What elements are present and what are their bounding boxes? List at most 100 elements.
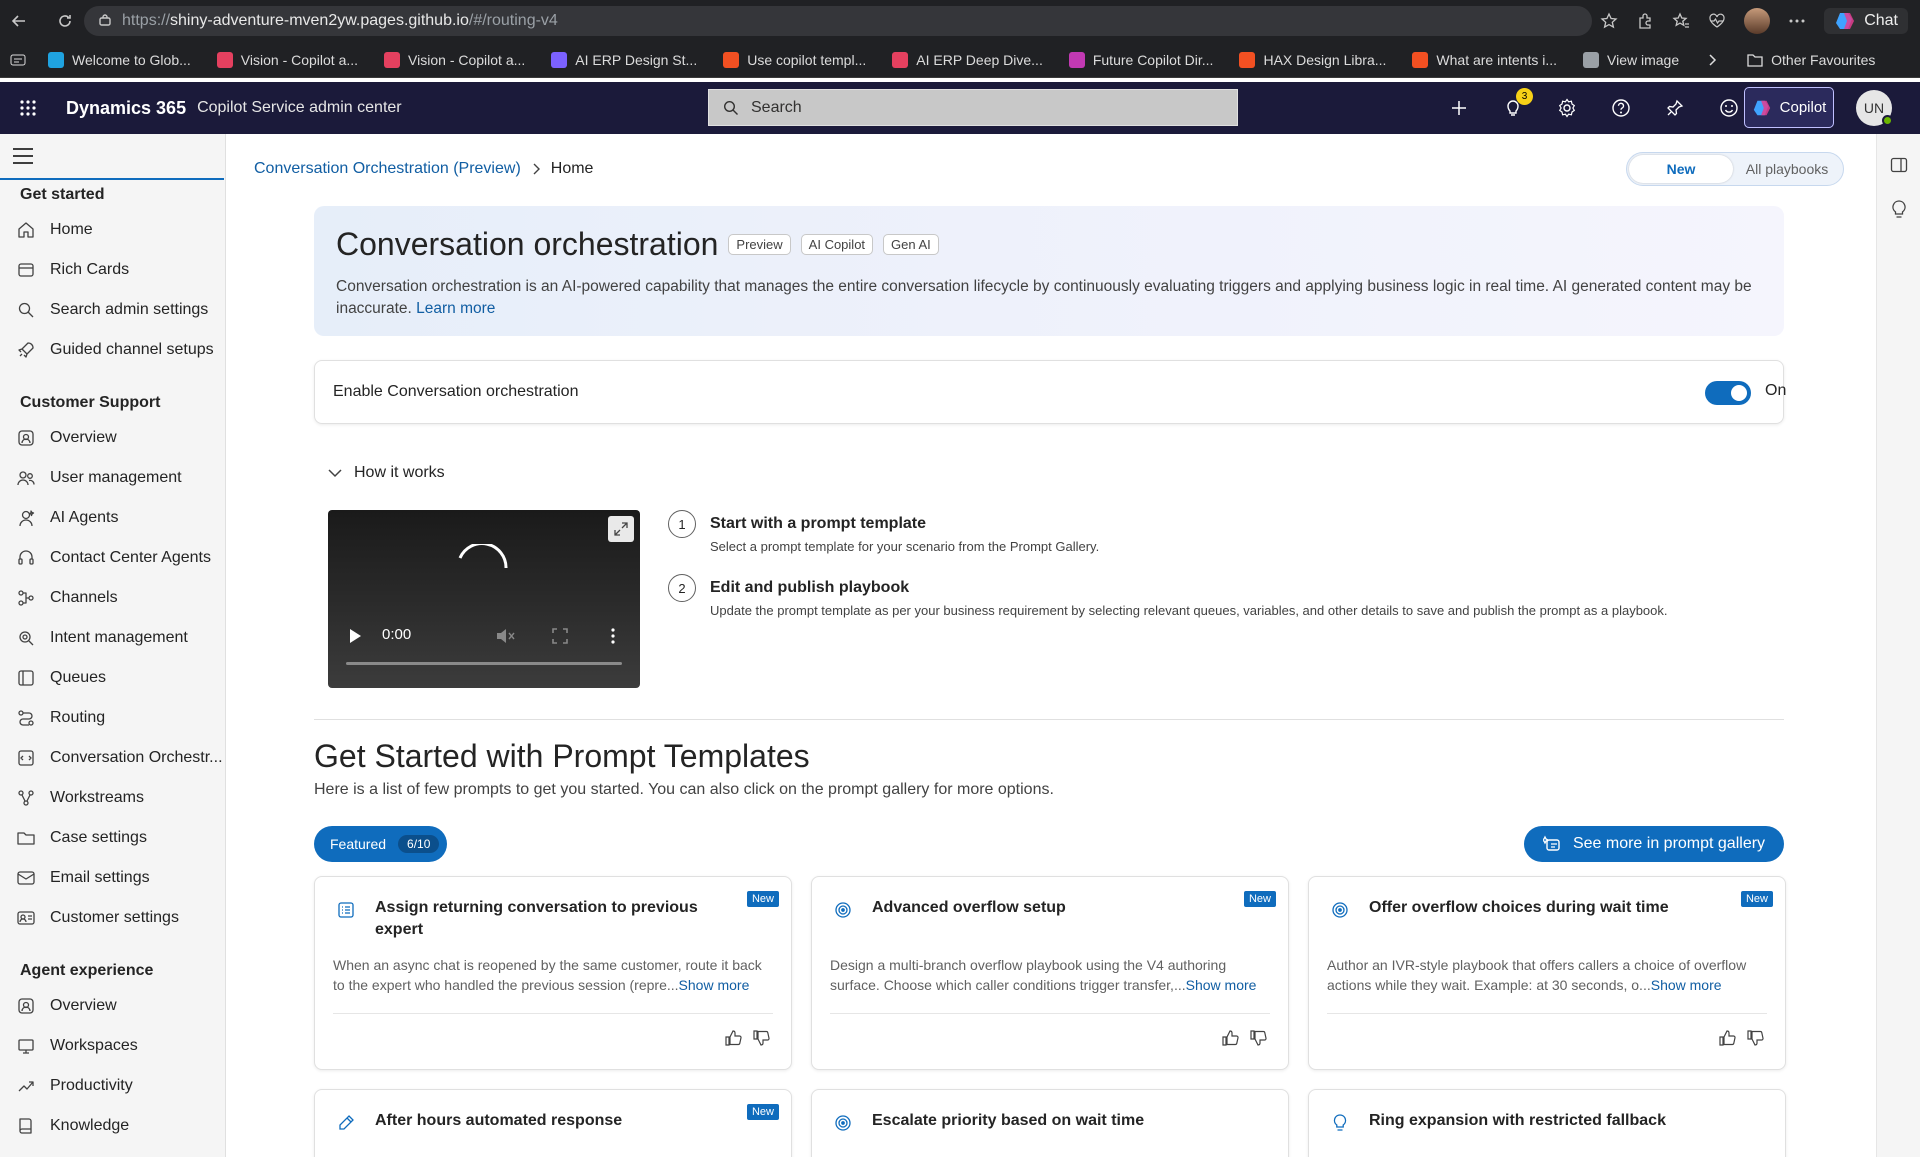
enable-toggle-switch[interactable] xyxy=(1705,381,1751,405)
favorite-link[interactable]: Vision - Copilot a... xyxy=(216,51,358,68)
favorites-overflow-chevron-icon[interactable] xyxy=(1707,53,1717,67)
template-card[interactable]: Advanced overflow setup New Design a multi… xyxy=(811,876,1289,1070)
hamburger-menu-icon[interactable] xyxy=(0,134,224,180)
help-icon[interactable] xyxy=(1594,82,1648,134)
chat-button[interactable]: Chat xyxy=(1824,8,1908,34)
template-card[interactable]: Ring expansion with restricted fallback xyxy=(1308,1089,1786,1157)
thumbs-down-icon[interactable] xyxy=(753,1029,771,1047)
mute-icon[interactable] xyxy=(496,628,516,644)
favorite-link[interactable]: AI ERP Design St... xyxy=(551,51,697,68)
featured-filter-button[interactable]: Featured 6/10 xyxy=(314,826,448,862)
favorite-link[interactable]: View image xyxy=(1583,51,1679,68)
thumbs-down-icon[interactable] xyxy=(1747,1029,1765,1047)
card-title: Advanced overflow setup xyxy=(872,899,1066,916)
video-more-icon[interactable] xyxy=(610,628,616,644)
add-icon[interactable] xyxy=(1432,82,1486,134)
target-icon xyxy=(834,901,852,919)
thumbs-up-icon[interactable] xyxy=(1719,1029,1737,1047)
section-divider xyxy=(314,719,1784,720)
show-more-link[interactable]: Show more xyxy=(1186,977,1257,993)
sidebar-item-knowledge[interactable]: Knowledge xyxy=(0,1106,225,1146)
show-more-link[interactable]: Show more xyxy=(679,977,750,993)
prompt-gallery-button[interactable]: See more in prompt gallery xyxy=(1524,826,1784,862)
toggle-all-playbooks[interactable]: All playbooks xyxy=(1733,161,1841,177)
expand-icon[interactable] xyxy=(608,516,634,542)
sidebar-item-workspaces[interactable]: Workspaces xyxy=(0,1026,225,1066)
template-card[interactable]: Assign returning conversation to previou… xyxy=(314,876,792,1070)
sidebar-item-rich-cards[interactable]: Rich Cards xyxy=(0,250,225,290)
how-it-works-toggle[interactable]: How it works xyxy=(328,464,445,482)
sidebar-item-workstreams[interactable]: Workstreams xyxy=(0,778,225,818)
global-search-input[interactable]: Search xyxy=(708,89,1238,126)
favorite-link[interactable]: Vision - Copilot a... xyxy=(384,51,525,68)
sidebar-item-home[interactable]: Home xyxy=(0,210,225,250)
refresh-icon[interactable] xyxy=(52,8,78,34)
sidebar-item-guided-channel-setups[interactable]: Guided channel setups xyxy=(0,330,225,370)
side-panel-icon[interactable] xyxy=(1890,156,1908,174)
brand-name[interactable]: Dynamics 365 xyxy=(66,98,186,119)
learn-more-link[interactable]: Learn more xyxy=(416,300,495,317)
target-icon xyxy=(1331,901,1349,919)
thumbs-up-icon[interactable] xyxy=(725,1029,743,1047)
video-player[interactable]: 0:00 xyxy=(328,510,640,688)
user-avatar[interactable]: UN xyxy=(1856,90,1893,126)
site-info-icon[interactable] xyxy=(98,14,112,28)
sidebar-item-routing[interactable]: Routing xyxy=(0,698,225,738)
favorite-link[interactable]: AI ERP Deep Dive... xyxy=(892,51,1043,68)
health-icon[interactable] xyxy=(1708,12,1726,30)
fullscreen-icon[interactable] xyxy=(552,628,568,644)
sidebar-item-customer-settings[interactable]: Customer settings xyxy=(0,898,225,938)
copilot-button[interactable]: Copilot xyxy=(1744,87,1834,128)
right-rail xyxy=(1876,134,1920,1157)
sidebar-item-channels[interactable]: Channels xyxy=(0,578,225,618)
sidebar-item-ai-agents[interactable]: AI Agents xyxy=(0,498,225,538)
settings-gear-icon[interactable] xyxy=(1540,82,1594,134)
back-icon[interactable] xyxy=(6,8,32,34)
address-bar[interactable]: https://shiny-adventure-mven2yw.pages.gi… xyxy=(84,6,1592,36)
notifications-icon[interactable]: 3 xyxy=(1486,82,1540,134)
favorite-label: Use copilot templ... xyxy=(747,51,867,68)
favorite-link[interactable]: What are intents i... xyxy=(1412,51,1557,68)
star-icon[interactable] xyxy=(1600,12,1618,30)
template-card[interactable]: Offer overflow choices during wait time N… xyxy=(1308,876,1786,1070)
pin-icon[interactable] xyxy=(1648,82,1702,134)
card-title: After hours automated response xyxy=(375,1112,623,1129)
other-favorites-folder[interactable]: Other Favourites xyxy=(1747,52,1875,68)
sidebar-item-contact-center-agents[interactable]: Contact Center Agents xyxy=(0,538,225,578)
sidebar-item-conversation-orchestr[interactable]: Conversation Orchestr... xyxy=(0,738,225,778)
favorites-icon[interactable] xyxy=(1672,12,1690,30)
sidebar-item-case-settings[interactable]: Case settings xyxy=(0,818,225,858)
favorite-link[interactable]: HAX Design Libra... xyxy=(1239,51,1386,68)
toggle-new[interactable]: New xyxy=(1629,155,1733,183)
sidebar-item-intent-management[interactable]: Intent management xyxy=(0,618,225,658)
sidebar-item-overview[interactable]: Overview xyxy=(0,986,225,1026)
sidebar-item-email-settings[interactable]: Email settings xyxy=(0,858,225,898)
show-more-link[interactable]: Show more xyxy=(1651,977,1722,993)
extensions-icon[interactable] xyxy=(1636,12,1654,30)
sidebar-item-productivity[interactable]: Productivity xyxy=(0,1066,225,1106)
sidebar-item-overview[interactable]: Overview xyxy=(0,418,225,458)
thumbs-down-icon[interactable] xyxy=(1250,1029,1268,1047)
sidebar-item-queues[interactable]: Queues xyxy=(0,658,225,698)
sidebar-item-user-management[interactable]: User management xyxy=(0,458,225,498)
favorite-link[interactable]: Future Copilot Dir... xyxy=(1068,51,1213,68)
favicon-icon xyxy=(1068,51,1085,68)
card-description: When an async chat is reopened by the sa… xyxy=(333,955,773,995)
thumbs-up-icon[interactable] xyxy=(1222,1029,1240,1047)
productivity-icon xyxy=(16,1076,36,1096)
sidebar-item-search-admin-settings[interactable]: Search admin settings xyxy=(0,290,225,330)
breadcrumb-parent-link[interactable]: Conversation Orchestration (Preview) xyxy=(254,160,521,178)
template-card[interactable]: After hours automated response New xyxy=(314,1089,792,1157)
favorites-menu-icon[interactable] xyxy=(10,52,26,68)
more-icon[interactable] xyxy=(1788,12,1806,30)
lightbulb-icon[interactable] xyxy=(1890,200,1908,220)
nav-section-title: Agent experience xyxy=(20,962,154,979)
template-card[interactable]: Escalate priority based on wait time xyxy=(811,1089,1289,1157)
step-description: Update the prompt template as per your b… xyxy=(710,603,1668,618)
favorite-link[interactable]: Use copilot templ... xyxy=(723,51,867,68)
video-progress-bar[interactable] xyxy=(346,662,622,665)
app-launcher-icon[interactable] xyxy=(0,99,56,117)
play-icon[interactable] xyxy=(348,628,362,644)
profile-avatar[interactable] xyxy=(1744,8,1771,34)
favorite-link[interactable]: Welcome to Glob... xyxy=(48,51,191,68)
